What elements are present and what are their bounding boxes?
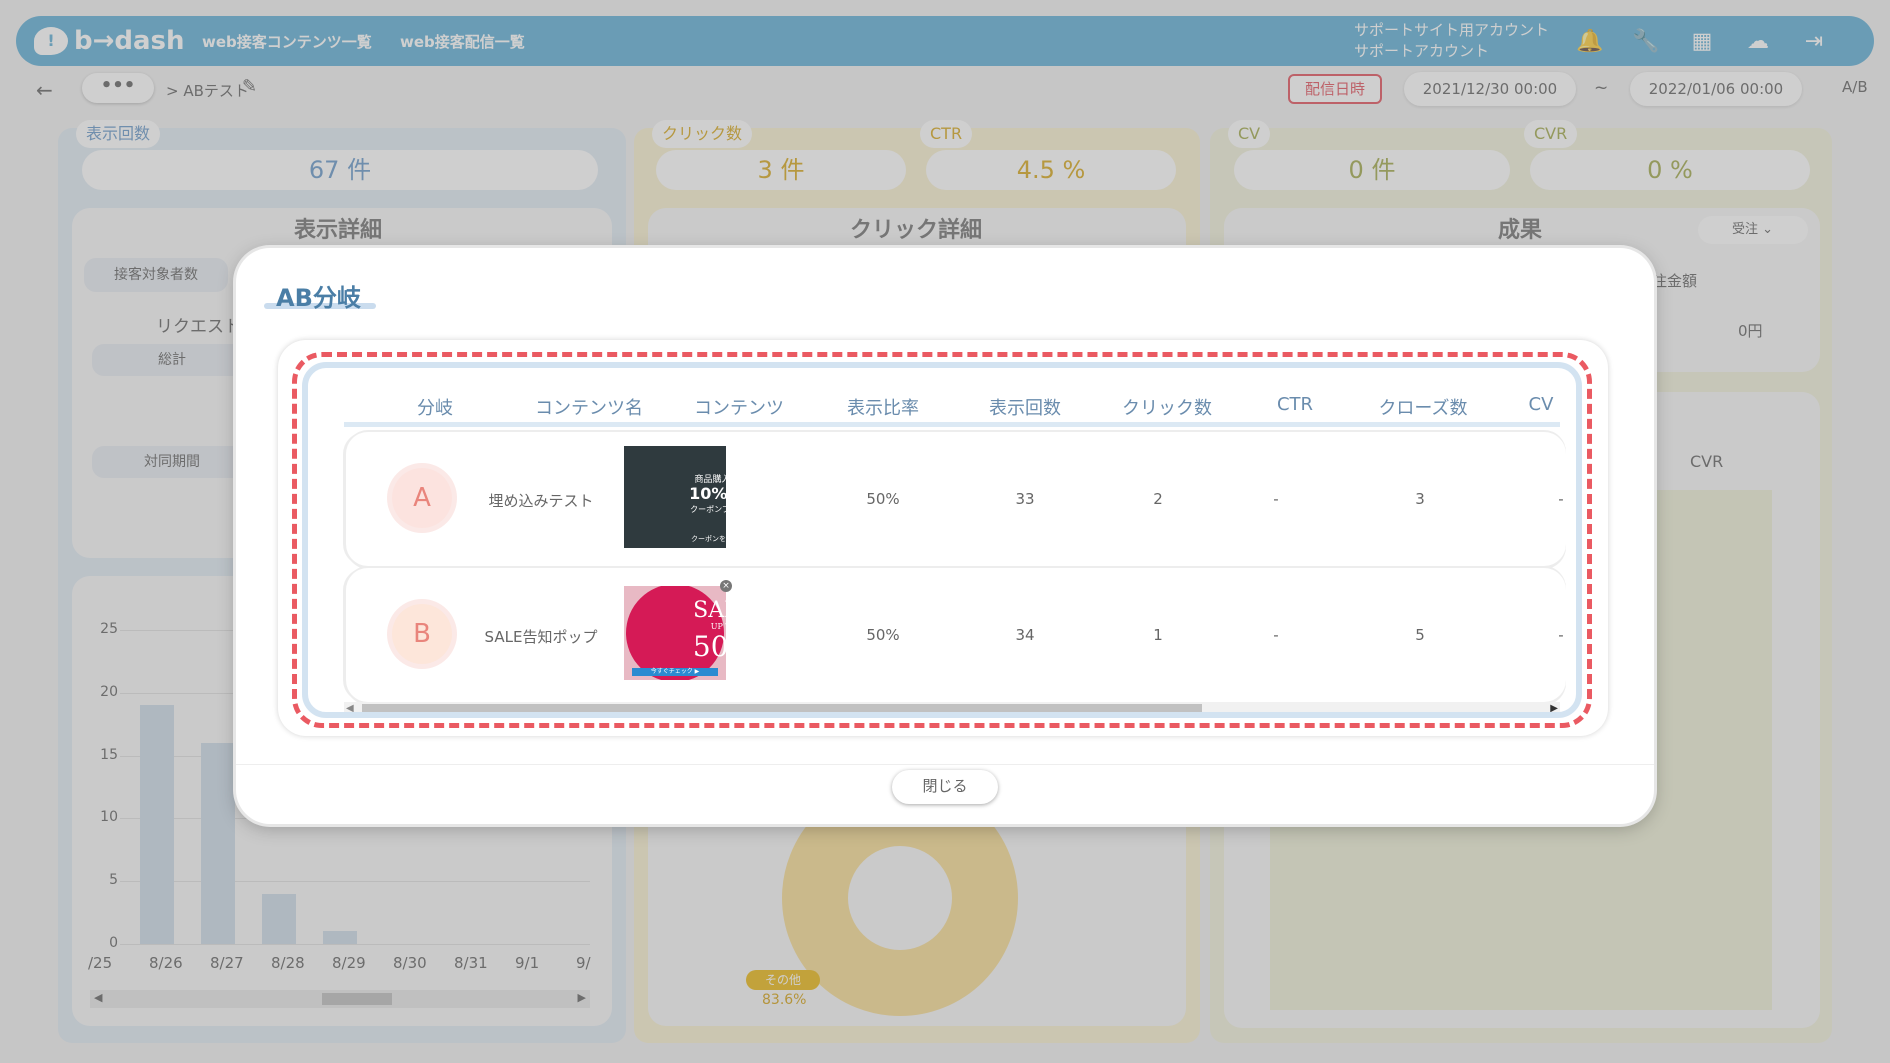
branch-badge-a: A: [392, 468, 452, 528]
thumb-text: クーポンをゲットする: [691, 535, 726, 543]
impressions: 34: [1015, 626, 1035, 644]
col-content: コンテンツ: [694, 398, 784, 419]
content-name: SALE告知ポップ: [484, 628, 598, 646]
col-content-name: コンテンツ名: [535, 398, 643, 419]
ab-branch-modal: AB分岐 分岐 コンテンツ名 コンテンツ 表示比率 表示回数 クリック数 CTR…: [236, 248, 1654, 824]
col-cv: CV: [1528, 394, 1554, 415]
scroll-left-icon[interactable]: ◀: [346, 703, 354, 712]
modal-footer-divider: [236, 764, 1654, 765]
impressions: 33: [1015, 490, 1035, 508]
display-ratio: 50%: [866, 490, 900, 508]
header-divider: [344, 422, 1560, 427]
content-thumbnail-sale[interactable]: SALE UP TO 50% 今すぐチェック ▶: [624, 586, 726, 680]
table-row: B SALE告知ポップ SALE UP TO 50% 今すぐチェック ▶ × 5…: [346, 568, 1566, 702]
thumb-text: SALE: [693, 598, 726, 623]
col-display-ratio: 表示比率: [847, 398, 919, 419]
closes: 5: [1415, 626, 1425, 644]
thumb-text: 50%: [692, 630, 726, 663]
display-ratio: 50%: [866, 626, 900, 644]
table-row: A 埋め込みテスト 商品購入者限定 10%OFF クーポンプレゼント クーポンを…: [346, 432, 1566, 566]
ctr: -: [1273, 626, 1279, 644]
col-branch: 分岐: [417, 398, 453, 419]
content-thumbnail-coupon[interactable]: 商品購入者限定 10%OFF クーポンプレゼント クーポンをゲットする: [624, 446, 726, 548]
ctr: -: [1273, 490, 1279, 508]
sale-circle: SALE UP TO 50%: [626, 586, 726, 680]
scroll-right-icon[interactable]: ▶: [1550, 703, 1558, 712]
cv: -: [1558, 626, 1564, 644]
col-impressions: 表示回数: [989, 398, 1061, 419]
table-hscroll-thumb[interactable]: [362, 704, 1202, 712]
content-name: 埋め込みテスト: [488, 492, 594, 510]
closes: 3: [1415, 490, 1425, 508]
cv: -: [1558, 490, 1564, 508]
thumb-text: 10%OFF: [689, 484, 726, 503]
table-hscroll[interactable]: ◀ ▶: [344, 702, 1560, 712]
close-icon[interactable]: ×: [720, 580, 732, 592]
ab-branch-table: 分岐 コンテンツ名 コンテンツ 表示比率 表示回数 クリック数 CTR クローズ…: [302, 362, 1582, 718]
thumb-text: クーポンプレゼント: [690, 505, 726, 514]
modal-title: AB分岐: [276, 284, 361, 312]
branch-badge-b: B: [392, 604, 452, 664]
close-button[interactable]: 閉じる: [892, 770, 998, 804]
thumb-text: 今すぐチェック ▶: [632, 668, 718, 676]
